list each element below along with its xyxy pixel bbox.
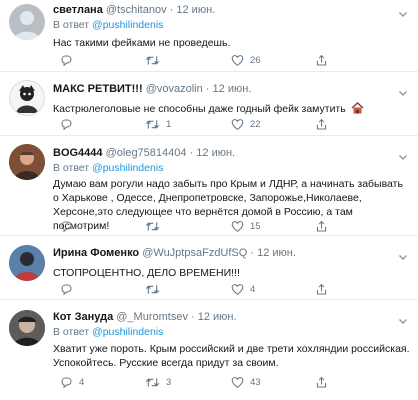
tweet[interactable]: Кот Зануда @_Muromtsev · 12 июн. В ответ… [0,300,418,400]
share-icon [315,54,328,67]
heart-icon [231,220,244,233]
reply-button[interactable] [60,117,79,131]
retweet-button[interactable]: 3 [145,375,171,389]
share-button[interactable] [315,282,328,296]
reply-icon [60,118,73,131]
tweet-date[interactable]: 12 июн. [257,247,296,259]
retweet-button[interactable] [145,53,166,67]
share-button[interactable] [315,375,328,389]
mention-link[interactable]: @pushilindenis [92,162,163,174]
retweet-button[interactable] [145,219,166,233]
reply-button[interactable] [60,219,79,233]
retweet-icon [145,376,160,389]
author-handle[interactable]: @_Muromtsev [116,311,188,323]
retweet-count: 3 [166,376,172,388]
retweet-icon [145,54,160,67]
retweet-button[interactable]: 1 [145,117,171,131]
separator-dot: · [189,147,194,159]
retweet-button[interactable] [145,282,166,296]
author-name[interactable]: Ирина Фоменко [53,247,139,259]
heart-icon [231,118,244,131]
retweet-count: 1 [166,118,172,130]
tweet-date[interactable]: 12 июн. [196,147,235,159]
chevron-down-icon[interactable] [398,313,408,331]
tweet-text: Нас такими фейками не проведешь. [53,37,231,49]
house-emoji-icon [351,102,364,118]
tweet[interactable]: МАКС РЕТВИТ!!! @vovazolin · 12 июн. Каст… [0,72,418,136]
like-count: 22 [250,118,261,130]
share-icon [315,283,328,296]
reply-button[interactable] [60,53,79,67]
chevron-down-icon[interactable] [398,149,408,167]
reply-context: В ответ @pushilindenis [53,161,410,175]
like-button[interactable]: 4 [231,282,255,296]
reply-prefix: В ответ [53,326,90,338]
like-count: 43 [250,376,261,388]
reply-button[interactable]: 4 [60,375,84,389]
reply-icon [60,283,73,296]
like-button[interactable]: 26 [231,53,261,67]
author-handle[interactable]: @tschitanov [106,4,167,16]
tweet-date[interactable]: 12 июн. [198,311,237,323]
mention-link[interactable]: @pushilindenis [92,326,163,338]
tweet-text-body: Кастрюлеголовые не способны даже годный … [53,103,346,115]
share-icon [315,220,328,233]
separator-dot: · [169,4,174,16]
tweet-text: Хватит уже пороть. Крым российский и две… [53,343,410,369]
avatar[interactable] [9,310,45,346]
reply-context: В ответ @pushilindenis [53,325,410,339]
heart-icon [231,376,244,389]
tweet[interactable]: BOG4444 @oleg75814404 · 12 июн. В ответ … [0,136,418,236]
reply-icon [60,220,73,233]
like-count: 26 [250,54,261,66]
reply-icon [60,376,73,389]
author-handle[interactable]: @WuJptpsaFzdUfSQ [142,247,247,259]
share-icon [315,118,328,131]
share-icon [315,376,328,389]
tweet-text: Кастрюлеголовые не способны даже годный … [53,102,410,118]
mention-link[interactable]: @pushilindenis [92,19,163,31]
separator-dot: · [191,311,195,323]
avatar[interactable] [9,80,45,116]
like-count: 4 [250,283,256,295]
tweet-text: СТОПРОЦЕНТНО, ДЕЛО ВРЕМЕНИ!!! [53,267,240,279]
author-handle[interactable]: @oleg75814404 [106,147,187,159]
share-button[interactable] [315,117,328,131]
avatar[interactable] [9,245,45,281]
share-button[interactable] [315,53,328,67]
reply-prefix: В ответ [53,162,90,174]
chevron-down-icon[interactable] [398,85,408,103]
like-button[interactable]: 15 [231,219,261,233]
tweet[interactable]: светлана @tschitanov · 12 июн. В ответ @… [0,0,418,72]
retweet-icon [145,220,160,233]
retweet-icon [145,283,160,296]
author-name[interactable]: МАКС РЕТВИТ!!! [53,83,143,95]
tweet[interactable]: Ирина Фоменко @WuJptpsaFzdUfSQ · 12 июн.… [0,236,418,300]
reply-context: В ответ @pushilindenis [53,18,410,32]
reply-prefix: В ответ [53,19,90,31]
author-handle[interactable]: @vovazolin [146,83,203,95]
like-count: 15 [250,220,261,232]
chevron-down-icon[interactable] [398,6,408,24]
reply-count: 4 [79,376,85,388]
reply-icon [60,54,73,67]
avatar[interactable] [9,144,45,180]
tweet-date[interactable]: 12 июн. [213,83,252,95]
heart-icon [231,283,244,296]
like-button[interactable]: 43 [231,375,261,389]
chevron-down-icon[interactable] [398,249,408,267]
separator-dot: · [250,247,255,259]
like-button[interactable]: 22 [231,117,261,131]
separator-dot: · [205,83,210,95]
author-name[interactable]: светлана [53,4,103,16]
author-name[interactable]: Кот Зануда [53,311,113,323]
reply-button[interactable] [60,282,79,296]
heart-icon [231,54,244,67]
retweet-icon [145,118,160,131]
tweet-date[interactable]: 12 июн. [176,4,215,16]
avatar[interactable] [9,4,45,40]
share-button[interactable] [315,219,328,233]
author-name[interactable]: BOG4444 [53,147,103,159]
